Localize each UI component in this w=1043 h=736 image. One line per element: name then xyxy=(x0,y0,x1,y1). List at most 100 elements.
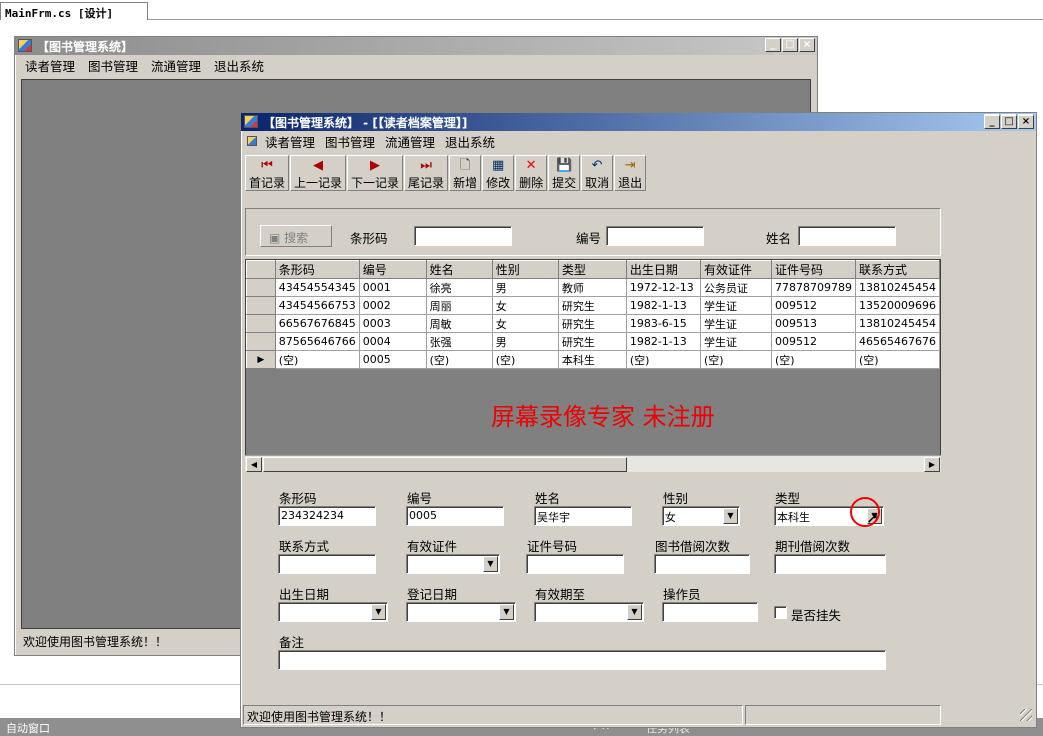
grid-horizontal-scrollbar[interactable]: ◀ ▶ xyxy=(245,455,941,472)
table-cell[interactable]: 66567676845 xyxy=(274,314,360,333)
table-cell[interactable]: 13810245454 xyxy=(854,314,940,333)
chevron-down-icon[interactable]: ▼ xyxy=(483,556,498,572)
next-record-button[interactable]: ▶ 下一记录 xyxy=(347,155,404,191)
table-cell[interactable]: 研究生 xyxy=(557,314,627,333)
table-cell[interactable]: (空) xyxy=(425,350,493,369)
table-cell[interactable]: 1972-12-13 xyxy=(625,278,702,297)
first-record-button[interactable]: ⏮ 首记录 xyxy=(245,155,290,191)
table-cell[interactable]: 1982-1-13 xyxy=(625,296,702,315)
chevron-down-icon[interactable]: ▼ xyxy=(627,604,642,620)
search-button[interactable]: ▣ 搜索 xyxy=(260,225,332,247)
child-window-titlebar[interactable]: 【图书管理系统】 - [【读者档案管理】] _ □ × xyxy=(241,113,1036,131)
cert-select[interactable]: ▼ xyxy=(406,554,500,574)
table-row[interactable]: 43454566753 0002 周丽女研究生 1982-1-13 学生证 009512 1… xyxy=(246,296,940,315)
table-cell[interactable]: 教师 xyxy=(557,278,627,297)
menu-reader-management[interactable]: 读者管理 xyxy=(21,56,84,75)
mdi-close-button[interactable]: × xyxy=(1018,115,1034,129)
submit-button[interactable]: 💾 提交 xyxy=(548,155,581,191)
table-cell[interactable]: 本科生 xyxy=(557,350,627,369)
table-row[interactable]: ▶ (空) 0005 (空) (空) 本科生 (空) (空) (空) (空) xyxy=(246,350,940,369)
delete-button[interactable]: ✕ 删除 xyxy=(515,155,548,191)
table-cell[interactable]: (空) xyxy=(854,350,940,369)
scroll-thumb[interactable] xyxy=(263,457,627,472)
table-cell[interactable]: 男 xyxy=(491,332,559,351)
menu-exit-system[interactable]: 退出系统 xyxy=(210,56,273,75)
resize-grip-icon[interactable] xyxy=(1020,709,1032,721)
birth-date-picker[interactable]: ▼ xyxy=(278,602,388,622)
contact-field[interactable] xyxy=(278,554,376,574)
table-cell[interactable]: 女 xyxy=(491,314,559,333)
table-cell[interactable]: 学生证 xyxy=(700,332,772,351)
table-cell[interactable]: 学生证 xyxy=(700,296,772,315)
mdi-minimize-button[interactable]: _ xyxy=(984,115,1000,129)
column-header[interactable]: 有效证件 xyxy=(700,260,772,279)
table-cell[interactable]: 87565646766 xyxy=(274,332,360,351)
journal-borrow-count-field[interactable] xyxy=(774,554,886,574)
auto-window-tab[interactable]: 自动窗口 xyxy=(6,722,50,735)
menu-reader-management[interactable]: 读者管理 xyxy=(261,132,321,151)
mdi-restore-button[interactable]: □ xyxy=(1001,115,1017,129)
row-header[interactable] xyxy=(246,278,276,297)
table-cell[interactable]: 周丽 xyxy=(425,296,493,315)
document-tab-mainfrm[interactable]: MainFrm.cs [设计] xyxy=(0,2,148,20)
mdi-child-icon[interactable] xyxy=(247,136,257,146)
cert-no-field[interactable] xyxy=(526,554,624,574)
table-cell[interactable]: 43454566753 xyxy=(274,296,360,315)
operator-field[interactable] xyxy=(662,602,758,622)
table-cell[interactable]: 研究生 xyxy=(557,296,627,315)
menu-circulation-management[interactable]: 流通管理 xyxy=(147,56,210,75)
table-cell[interactable]: 77878709789 xyxy=(770,278,856,297)
table-cell[interactable]: (空) xyxy=(491,350,559,369)
chevron-down-icon[interactable]: ▼ xyxy=(371,604,386,620)
name-field[interactable]: 吴华宇 xyxy=(534,506,632,526)
search-barcode-input[interactable] xyxy=(414,226,512,246)
table-cell[interactable]: 周敏 xyxy=(425,314,493,333)
row-header[interactable] xyxy=(246,296,276,315)
table-cell[interactable]: 徐亮 xyxy=(425,278,493,297)
table-cell[interactable]: 0002 xyxy=(358,296,427,315)
column-header[interactable]: 联系方式 xyxy=(854,260,940,279)
table-cell[interactable]: 0001 xyxy=(358,278,427,297)
table-cell[interactable]: 公务员证 xyxy=(700,278,772,297)
menu-exit-system[interactable]: 退出系统 xyxy=(441,132,501,151)
menu-circulation-management[interactable]: 流通管理 xyxy=(381,132,441,151)
table-cell[interactable]: 1983-6-15 xyxy=(625,314,702,333)
column-header[interactable]: 姓名 xyxy=(425,260,493,279)
table-cell[interactable]: 0005 xyxy=(358,350,427,369)
column-header[interactable]: 证件号码 xyxy=(770,260,856,279)
new-button[interactable]: 🗋 新增 xyxy=(449,155,482,191)
table-cell[interactable]: 009512 xyxy=(770,296,856,315)
table-cell[interactable]: (空) xyxy=(700,350,772,369)
lost-checkbox[interactable] xyxy=(774,606,787,619)
reg-date-picker[interactable]: ▼ xyxy=(406,602,516,622)
chevron-down-icon[interactable]: ▼ xyxy=(499,604,514,620)
main-window-titlebar[interactable]: 【图书管理系统】 _ □ × xyxy=(15,37,817,55)
last-record-button[interactable]: ⏭ 尾记录 xyxy=(404,155,449,191)
table-cell[interactable]: 46565467676 xyxy=(854,332,940,351)
table-cell[interactable]: 0003 xyxy=(358,314,427,333)
chevron-down-icon[interactable]: ▼ xyxy=(723,508,738,524)
table-cell[interactable]: 43454554345 xyxy=(274,278,360,297)
remark-field[interactable] xyxy=(278,650,886,670)
table-cell[interactable]: 0004 xyxy=(358,332,427,351)
column-header[interactable]: 编号 xyxy=(358,260,427,279)
column-header[interactable]: 类型 xyxy=(557,260,627,279)
table-cell[interactable]: 研究生 xyxy=(557,332,627,351)
column-header[interactable]: 条形码 xyxy=(274,260,360,279)
table-cell[interactable]: 009512 xyxy=(770,332,856,351)
scroll-left-icon[interactable]: ◀ xyxy=(246,457,262,472)
search-id-input[interactable] xyxy=(606,226,704,246)
menu-book-management[interactable]: 图书管理 xyxy=(84,56,147,75)
column-header[interactable]: 出生日期 xyxy=(625,260,702,279)
table-cell[interactable]: 009513 xyxy=(770,314,856,333)
search-name-input[interactable] xyxy=(798,226,896,246)
table-cell[interactable]: (空) xyxy=(625,350,702,369)
valid-until-picker[interactable]: ▼ xyxy=(534,602,644,622)
table-cell[interactable]: 男 xyxy=(491,278,559,297)
gender-select[interactable]: 女 ▼ xyxy=(662,506,740,526)
menu-book-management[interactable]: 图书管理 xyxy=(321,132,381,151)
table-row[interactable]: 66567676845 0003 周敏女研究生 1983-6-15 学生证 009513 1… xyxy=(246,314,940,333)
table-cell[interactable]: 女 xyxy=(491,296,559,315)
row-header[interactable] xyxy=(246,314,276,333)
table-cell[interactable]: 13810245454 xyxy=(854,278,940,297)
